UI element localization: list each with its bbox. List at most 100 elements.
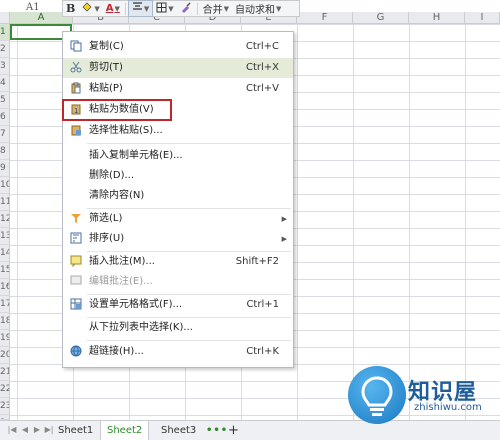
autosum-button[interactable]: 自动求和 ▼ xyxy=(232,1,284,17)
menu-item-label: 排序(U) xyxy=(89,233,125,244)
row-header[interactable]: 20 xyxy=(0,347,10,364)
row-header[interactable]: 2 xyxy=(0,41,10,58)
menu-item-shortcut: Ctrl+C xyxy=(245,41,279,52)
menu-item-shortcut: Ctrl+K xyxy=(246,346,279,357)
sort-icon xyxy=(69,232,83,246)
menu-item-label: 粘贴(P) xyxy=(89,83,123,94)
mini-format-toolbar: B ▼ A ▼ ▼ ▼ 合并 ▼ 自动求和 ▼ xyxy=(62,0,300,17)
row-header[interactable]: 17 xyxy=(0,296,10,313)
row-header[interactable]: 3 xyxy=(0,58,10,75)
menu-separator xyxy=(87,143,291,144)
chevron-down-icon: ▼ xyxy=(276,4,282,13)
align-center-icon xyxy=(132,2,143,15)
row-header[interactable]: 19 xyxy=(0,330,10,347)
more-sheets-icon[interactable]: ••• xyxy=(206,421,228,440)
scissors-icon xyxy=(69,61,83,75)
brush-icon xyxy=(180,1,192,16)
menu-item-filter[interactable]: 筛选(L) ▶ xyxy=(63,209,293,229)
merge-label: 合并 xyxy=(202,5,223,16)
font-color-button[interactable]: A ▼ xyxy=(103,1,123,16)
fill-color-button[interactable]: ▼ xyxy=(78,1,102,16)
select-all-corner[interactable] xyxy=(0,12,10,24)
toolbar-divider xyxy=(196,2,198,15)
menu-item-paste-values[interactable]: 1 粘贴为数值(V) xyxy=(62,99,172,121)
row-header[interactable]: 12 xyxy=(0,211,10,228)
row-header[interactable]: 6 xyxy=(0,109,10,126)
chevron-down-icon: ▼ xyxy=(94,4,100,13)
row-header[interactable]: 4 xyxy=(0,75,10,92)
menu-item-label: 从下拉列表中选择(K)... xyxy=(89,322,193,333)
column-header-h[interactable]: H xyxy=(409,12,465,24)
copy-icon xyxy=(69,40,83,54)
chevron-down-icon: ▼ xyxy=(168,4,174,13)
row-header[interactable]: 9 xyxy=(0,160,10,177)
borders-button[interactable]: ▼ xyxy=(153,1,176,16)
comment-icon xyxy=(69,255,83,269)
row-header[interactable]: 13 xyxy=(0,228,10,245)
align-center-button[interactable]: ▼ xyxy=(127,0,154,17)
menu-item-delete[interactable]: 删除(D)... xyxy=(63,166,293,186)
chevron-down-icon: ▼ xyxy=(223,4,230,13)
menu-item-sort[interactable]: 排序(U) ▶ xyxy=(63,229,293,249)
watermark-logo: 知识屋 zhishiwu.com xyxy=(344,360,500,440)
menu-item-hyperlink[interactable]: 超链接(H)... Ctrl+K xyxy=(63,342,293,362)
autosum-label: 自动求和 xyxy=(235,5,276,16)
sheet-tab-sheet2[interactable]: Sheet2 xyxy=(100,421,150,440)
column-header-f[interactable]: F xyxy=(297,12,353,24)
column-header-g[interactable]: G xyxy=(353,12,409,24)
menu-item-label: 选择性粘贴(S)... xyxy=(89,125,163,136)
row-header[interactable]: 21 xyxy=(0,364,10,381)
borders-icon xyxy=(156,2,167,16)
paint-bucket-icon xyxy=(81,1,93,16)
chevron-down-icon: ▼ xyxy=(114,4,120,13)
menu-item-copy[interactable]: 复制(C) Ctrl+C xyxy=(63,37,293,57)
menu-item-shortcut: Ctrl+1 xyxy=(246,299,279,310)
prev-sheet-icon[interactable]: ◀ xyxy=(19,424,31,436)
row-header[interactable]: 1 xyxy=(0,24,10,41)
sheet-tab-sheet3[interactable]: Sheet3 xyxy=(155,421,202,440)
watermark-url: zhishiwu.com xyxy=(414,402,482,413)
sheet-tab-sheet1[interactable]: Sheet1 xyxy=(52,421,99,440)
next-sheet-icon[interactable]: ▶ xyxy=(31,424,43,436)
menu-item-insert-copied-cells[interactable]: 插入复制单元格(E)... xyxy=(63,146,293,166)
first-sheet-icon[interactable]: |◀ xyxy=(6,424,18,436)
filter-icon xyxy=(69,212,83,226)
row-header[interactable]: 15 xyxy=(0,262,10,279)
toolbar-divider xyxy=(124,2,126,15)
menu-item-label: 筛选(L) xyxy=(89,213,123,224)
merge-button[interactable]: 合并 ▼ xyxy=(200,1,232,17)
row-header[interactable]: 5 xyxy=(0,92,10,109)
menu-item-clear-contents[interactable]: 清除内容(N) xyxy=(63,186,293,206)
menu-item-edit-comment[interactable]: 编辑批注(E)... xyxy=(63,272,293,292)
menu-item-insert-comment[interactable]: 插入批注(M)... Shift+F2 xyxy=(63,252,293,272)
row-header[interactable]: 8 xyxy=(0,143,10,160)
row-header[interactable]: 10 xyxy=(0,177,10,194)
row-header[interactable]: 18 xyxy=(0,313,10,330)
column-header-i[interactable]: I xyxy=(465,12,500,24)
row-header[interactable]: 11 xyxy=(0,194,10,211)
menu-item-label: 设置单元格格式(F)... xyxy=(89,299,183,310)
menu-item-paste[interactable]: 粘贴(P) Ctrl+V xyxy=(63,79,293,99)
menu-item-pick-from-list[interactable]: 从下拉列表中选择(K)... xyxy=(63,318,293,338)
paste-special-icon xyxy=(69,124,83,138)
menu-item-label: 编辑批注(E)... xyxy=(89,276,153,287)
context-menu: 复制(C) Ctrl+C 剪切(T) Ctrl+X 粘贴(P) Ctrl+V 1… xyxy=(62,31,294,368)
globe-link-icon xyxy=(69,345,83,359)
add-sheet-button[interactable]: + xyxy=(228,421,239,440)
menu-item-format-cells[interactable]: 设置单元格格式(F)... Ctrl+1 xyxy=(63,295,293,315)
edit-comment-icon xyxy=(69,275,83,289)
row-header[interactable]: 22 xyxy=(0,381,10,398)
format-cells-icon xyxy=(69,298,83,312)
row-header[interactable]: 7 xyxy=(0,126,10,143)
paste-values-icon: 1 xyxy=(69,103,83,117)
menu-item-label: 插入复制单元格(E)... xyxy=(89,150,183,161)
menu-item-paste-special[interactable]: 选择性粘贴(S)... xyxy=(63,121,293,141)
menu-item-label: 剪切(T) xyxy=(89,62,123,73)
row-header[interactable]: 14 xyxy=(0,245,10,262)
format-painter-button[interactable] xyxy=(177,1,195,16)
menu-item-cut[interactable]: 剪切(T) Ctrl+X xyxy=(63,58,293,78)
bold-button[interactable]: B xyxy=(63,1,78,16)
row-header[interactable]: 23 xyxy=(0,398,10,415)
menu-item-label: 删除(D)... xyxy=(89,170,135,181)
row-header[interactable]: 16 xyxy=(0,279,10,296)
